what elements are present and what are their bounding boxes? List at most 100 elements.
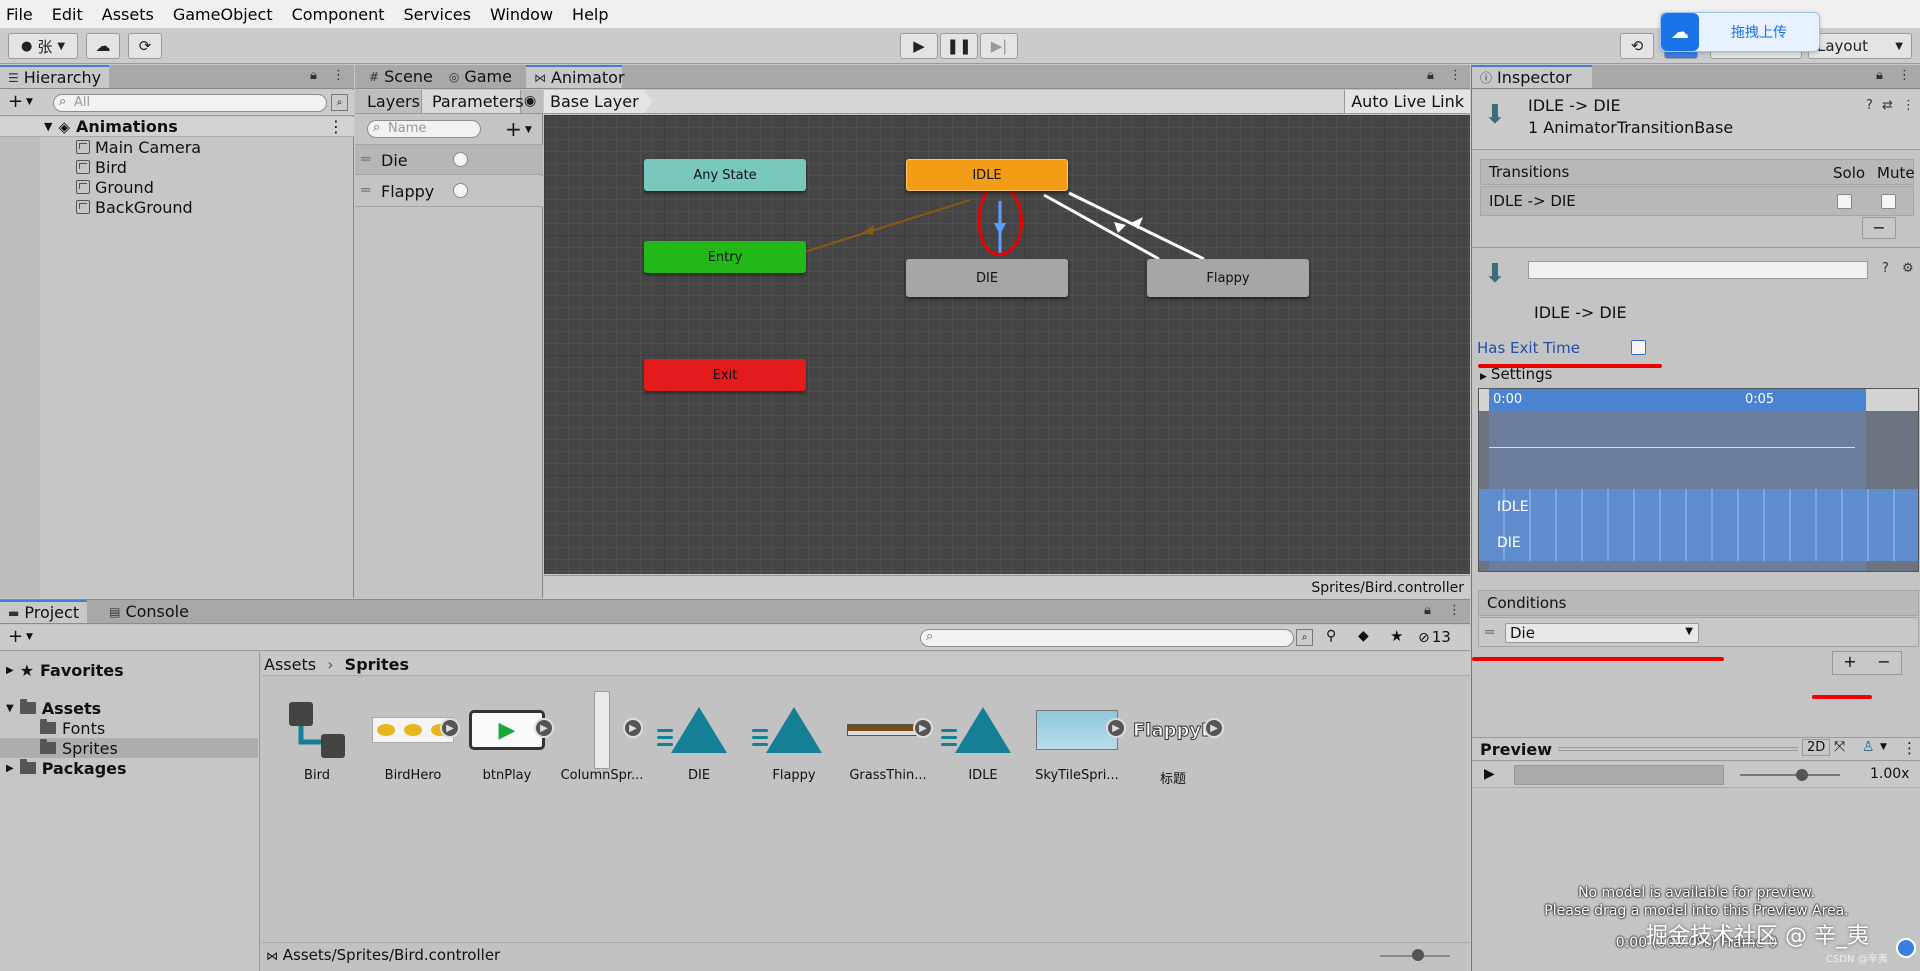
state-die[interactable]: DIE [906, 259, 1068, 297]
kebab-menu-icon[interactable]: ⋮ [328, 117, 344, 136]
parameter-row[interactable]: ═ Flappy [355, 176, 543, 207]
asset-birdhero[interactable]: ▶ BirdHero [368, 690, 460, 783]
condition-row[interactable]: ═ Die ▼ [1478, 617, 1919, 647]
filter-type-icon[interactable]: ⚲ [1326, 628, 1336, 644]
state-any-state[interactable]: Any State [644, 159, 806, 191]
base-layer-breadcrumb[interactable]: Base Layer [544, 90, 653, 113]
add-icon[interactable]: + [8, 91, 23, 112]
help-icon[interactable]: ? [1866, 98, 1873, 113]
tree-favorites[interactable]: ▶ ★ Favorites [6, 660, 124, 680]
trigger-radio[interactable] [453, 183, 468, 198]
expand-sprite-icon[interactable]: ▶ [534, 718, 554, 738]
auto-live-link-button[interactable]: Auto Live Link [1344, 90, 1470, 113]
expand-arrow-icon[interactable]: ▼ [44, 120, 52, 133]
pause-button[interactable]: ❚❚ [940, 33, 978, 59]
solo-checkbox[interactable] [1837, 194, 1852, 209]
chevron-down-icon[interactable]: ▼ [525, 125, 532, 135]
help-icon[interactable]: ? [1882, 261, 1889, 276]
drag-handle-icon[interactable]: ═ [361, 150, 370, 168]
settings-foldout[interactable]: ▶ Settings [1480, 365, 1552, 383]
tree-sprites[interactable]: Sprites [0, 738, 258, 758]
tab-animator[interactable]: ⋈ Animator [525, 65, 625, 88]
animator-graph[interactable]: Any State IDLE Entry DIE Flappy Exit [544, 115, 1470, 574]
eye-icon[interactable]: ◉ [521, 90, 543, 113]
transition-timeline[interactable]: 0:00 0:05 IDLE DIE [1478, 388, 1919, 572]
tree-packages[interactable]: ▶ Packages [6, 758, 127, 778]
tab-console[interactable]: ▤ Console [101, 600, 197, 623]
parameter-search-input[interactable]: Name [367, 120, 481, 138]
hierarchy-item[interactable]: Bird [76, 157, 127, 177]
hidden-packages-toggle[interactable]: ⊘ 13 [1418, 628, 1466, 646]
transition-range-bar[interactable] [1489, 389, 1866, 411]
play-icon[interactable]: ▶ [1484, 766, 1495, 782]
menu-window[interactable]: Window [490, 5, 553, 24]
expand-sprite-icon[interactable]: ▶ [440, 718, 460, 738]
layout-dropdown[interactable]: Layout ▼ [1808, 33, 1912, 59]
state-flappy[interactable]: Flappy [1147, 259, 1309, 297]
project-search-input[interactable] [920, 629, 1294, 647]
preset-icon[interactable]: ⇄ [1882, 98, 1893, 113]
menu-help[interactable]: Help [572, 5, 608, 24]
preview-2d-toggle[interactable]: 2D [1802, 739, 1831, 756]
star-icon[interactable]: ★ [1390, 627, 1403, 645]
has-exit-time-checkbox[interactable] [1631, 340, 1646, 355]
account-button[interactable]: ● 张 ▼ [8, 33, 78, 59]
menu-gameobject[interactable]: GameObject [173, 5, 273, 24]
lock-icon[interactable]: 🔒︎ [1424, 603, 1431, 618]
state-idle[interactable]: IDLE [906, 159, 1068, 191]
asset-columnsprite[interactable]: ▶ ColumnSpr... [557, 690, 647, 783]
tab-parameters[interactable]: Parameters [421, 90, 524, 113]
settings-gear-icon[interactable]: ⚙ [1902, 261, 1914, 276]
drag-handle-icon[interactable]: ═ [1485, 623, 1494, 641]
search-filter-icon[interactable]: ⌕ [1296, 629, 1313, 646]
tree-fonts[interactable]: Fonts [40, 718, 105, 738]
transition-name-input[interactable] [1528, 261, 1868, 279]
chevron-down-icon[interactable]: ▼ [1880, 742, 1887, 752]
tab-game[interactable]: ◎ Game [441, 65, 520, 88]
state-entry[interactable]: Entry [644, 241, 806, 273]
tab-project[interactable]: ▬ Project [0, 600, 88, 623]
state-exit[interactable]: Exit [644, 359, 806, 391]
collab-button[interactable]: ⟳ [128, 33, 162, 59]
lock-icon[interactable]: 🔒︎ [1427, 68, 1434, 83]
expand-sprite-icon[interactable]: ▶ [1204, 718, 1224, 738]
chevron-down-icon[interactable]: ▼ [26, 97, 33, 107]
trigger-radio[interactable] [453, 152, 468, 167]
hierarchy-search-input[interactable]: All [53, 94, 327, 112]
hierarchy-item[interactable]: Main Camera [76, 137, 201, 157]
asset-grassthin[interactable]: ▶ GrassThin... [843, 690, 933, 783]
cloud-button[interactable]: ☁ [86, 33, 120, 59]
avatar-icon[interactable]: ♙ [1862, 739, 1875, 755]
tree-assets[interactable]: ▼ Assets [6, 698, 101, 718]
expand-sprite-icon[interactable]: ▶ [913, 718, 933, 738]
chevron-down-icon[interactable]: ▼ [26, 632, 33, 642]
breadcrumb-assets[interactable]: Assets [264, 655, 316, 674]
hierarchy-item[interactable]: BackGround [76, 197, 193, 217]
kebab-menu-icon[interactable]: ⋮ [1902, 98, 1915, 113]
add-icon[interactable]: + [8, 626, 23, 647]
lock-icon[interactable]: 🔒︎ [1876, 68, 1883, 83]
speed-slider-track[interactable] [1740, 774, 1840, 776]
step-button[interactable]: ▶| [980, 33, 1018, 59]
preview-drag-handle[interactable] [1558, 747, 1798, 751]
tab-scene[interactable]: # Scene [355, 65, 441, 88]
expand-arrow-icon[interactable]: ▼ [6, 703, 14, 714]
pivot-icon[interactable]: ⤧ [1834, 739, 1845, 755]
asset-btnplay[interactable]: ▶ ▶ btnPlay [462, 690, 554, 783]
condition-parameter-dropdown[interactable]: Die ▼ [1505, 623, 1699, 643]
add-condition-button[interactable]: + [1833, 652, 1867, 674]
asset-title[interactable]: FlappyBir ▶ 标题 [1128, 690, 1224, 787]
asset-die[interactable]: DIE [654, 690, 744, 783]
kebab-menu-icon[interactable]: ⋮ [1902, 739, 1917, 757]
parameter-row[interactable]: ═ Die [355, 144, 543, 175]
tab-hierarchy[interactable]: ☰ Hierarchy [0, 65, 110, 88]
remove-condition-button[interactable]: − [1867, 652, 1901, 674]
lock-icon[interactable]: 🔒︎ [310, 68, 317, 83]
asset-flappy[interactable]: Flappy [749, 690, 839, 783]
transition-row[interactable]: IDLE -> DIE [1480, 186, 1914, 216]
preview-scrubber[interactable] [1514, 765, 1724, 785]
label-tag-icon[interactable]: ◆ [1358, 628, 1369, 644]
kebab-menu-icon[interactable]: ⋮ [1449, 68, 1462, 83]
tab-inspector[interactable]: ⓘ Inspector [1472, 65, 1592, 88]
mute-checkbox[interactable] [1881, 194, 1896, 209]
